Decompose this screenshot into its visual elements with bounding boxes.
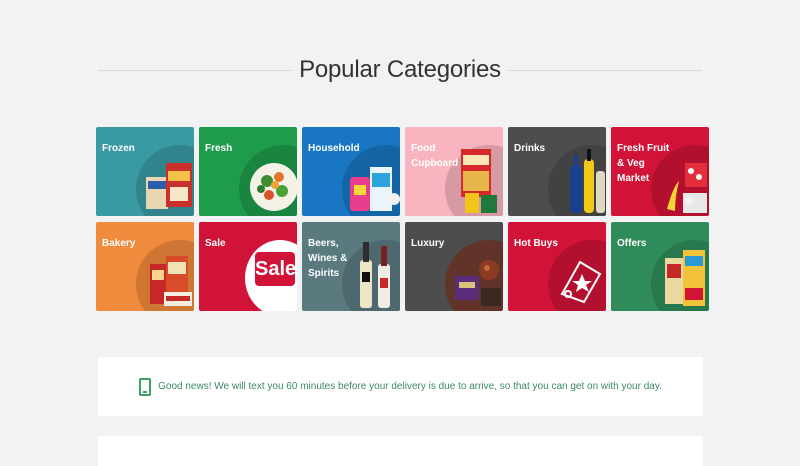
fruit-image	[667, 163, 707, 213]
heading-rule-left	[98, 69, 292, 71]
category-tile-frozen[interactable]: Frozen	[96, 127, 194, 216]
category-tile-hot-buys[interactable]: Hot Buys	[508, 222, 606, 311]
delivery-notice: Good news! We will text you 60 minutes b…	[98, 357, 703, 416]
category-label: Household	[308, 143, 360, 154]
content-panel	[98, 436, 703, 466]
category-tile-offers[interactable]: Offers	[611, 222, 709, 311]
category-tile-beers-wines-spirits[interactable]: Beers, Wines & Spirits	[302, 222, 400, 311]
sale-badge-text: Sale	[255, 252, 296, 286]
page-title: Popular Categories	[299, 56, 501, 83]
frozen-food-image	[146, 163, 192, 209]
category-tile-luxury[interactable]: Luxury	[405, 222, 503, 311]
category-grid: Frozen Fresh Household Food Cupboard Dri…	[96, 127, 709, 311]
category-tile-fruit-veg[interactable]: Fresh Fruit & Veg Market	[611, 127, 709, 216]
category-tile-household[interactable]: Household	[302, 127, 400, 216]
category-tile-drinks[interactable]: Drinks	[508, 127, 606, 216]
offer-products-image	[665, 250, 705, 306]
heading-rule-right	[508, 69, 703, 71]
category-label: Frozen	[102, 143, 135, 154]
category-tile-food-cupboard[interactable]: Food Cupboard	[405, 127, 503, 216]
category-tile-fresh[interactable]: Fresh	[199, 127, 297, 216]
cereal-box-image	[461, 149, 497, 213]
category-label: Fresh	[205, 143, 233, 154]
mobile-phone-icon	[139, 377, 152, 396]
salad-image	[250, 163, 297, 211]
wine-bottles-image	[360, 242, 390, 308]
bread-image	[150, 256, 192, 306]
soft-drink-bottles-image	[570, 149, 605, 213]
category-tile-bakery[interactable]: Bakery	[96, 222, 194, 311]
delivery-notice-text: Good news! We will text you 60 minutes b…	[158, 381, 662, 392]
detergent-image	[350, 167, 400, 211]
category-label: Hot Buys	[514, 238, 558, 249]
luxury-food-image	[455, 260, 501, 306]
star-tag-icon	[560, 260, 602, 304]
category-tile-sale[interactable]: Sale Sale	[199, 222, 297, 311]
category-label: Luxury	[411, 238, 445, 249]
section-heading: Popular Categories	[98, 52, 703, 88]
